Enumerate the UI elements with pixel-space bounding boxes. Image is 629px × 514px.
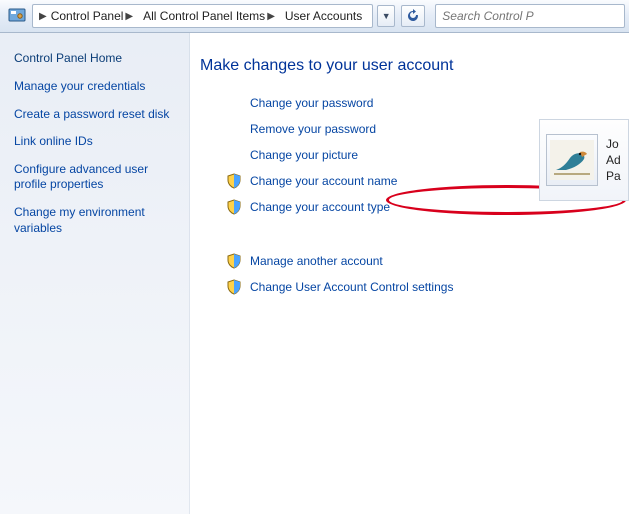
link-label: Change your account name [250, 174, 397, 188]
content-area: Control Panel Home Manage your credentia… [0, 33, 629, 514]
breadcrumb-label: Control Panel [51, 9, 124, 23]
link-change-password[interactable]: Change your password [226, 93, 453, 113]
link-label: Change your password [250, 96, 373, 110]
search-box[interactable] [435, 4, 625, 28]
search-input[interactable] [442, 9, 618, 23]
sidebar-link-credentials[interactable]: Manage your credentials [14, 79, 175, 95]
link-label: Manage another account [250, 254, 383, 268]
chevron-right-icon: ▶ [267, 11, 275, 22]
page-title: Make changes to your user account [200, 57, 453, 75]
breadcrumb-dropdown-button[interactable]: ▼ [377, 5, 395, 27]
link-remove-password[interactable]: Remove your password [226, 119, 453, 139]
breadcrumb-label: All Control Panel Items [143, 9, 265, 23]
user-account-card: Jo Ad Pa [539, 119, 629, 201]
sidebar-link-advanced-profile[interactable]: Configure advanced user profile properti… [14, 162, 175, 193]
user-name: Jo [606, 136, 621, 152]
sidebar-link-online-ids[interactable]: Link online IDs [14, 134, 175, 150]
breadcrumb: ▶ Control Panel ▶ All Control Panel Item… [32, 4, 373, 28]
uac-shield-icon [226, 253, 242, 269]
link-label: Remove your password [250, 122, 376, 136]
sidebar-link-password-reset-disk[interactable]: Create a password reset disk [14, 107, 175, 123]
user-meta: Jo Ad Pa [606, 136, 621, 185]
user-password-status: Pa [606, 168, 621, 184]
chevron-right-icon: ▶ [39, 11, 47, 22]
bird-picture-icon [550, 140, 594, 180]
link-uac-settings[interactable]: Change User Account Control settings [226, 277, 453, 297]
breadcrumb-all-items[interactable]: All Control Panel Items ▶ [139, 5, 281, 27]
address-toolbar: ▶ Control Panel ▶ All Control Panel Item… [0, 0, 629, 33]
link-change-account-type[interactable]: Change your account type [226, 197, 453, 217]
account-actions-group-2: Manage another account Change User Accou… [200, 251, 453, 297]
breadcrumb-user-accounts[interactable]: User Accounts [281, 5, 368, 27]
breadcrumb-label: User Accounts [285, 9, 362, 23]
link-change-picture[interactable]: Change your picture [226, 145, 453, 165]
link-manage-another-account[interactable]: Manage another account [226, 251, 453, 271]
user-picture[interactable] [546, 134, 598, 186]
account-actions-group-1: Change your password Remove your passwor… [200, 93, 453, 217]
uac-shield-icon [226, 199, 242, 215]
chevron-right-icon: ▶ [125, 11, 133, 22]
refresh-button[interactable] [401, 5, 425, 27]
link-label: Change your account type [250, 200, 390, 214]
uac-shield-icon [226, 279, 242, 295]
link-change-account-name[interactable]: Change your account name [226, 171, 453, 191]
uac-shield-icon [226, 173, 242, 189]
sidebar-home-link[interactable]: Control Panel Home [14, 51, 175, 65]
sidebar-link-env-variables[interactable]: Change my environment variables [14, 205, 175, 236]
breadcrumb-control-panel[interactable]: Control Panel ▶ [47, 5, 139, 27]
user-role: Ad [606, 152, 621, 168]
link-label: Change your picture [250, 148, 358, 162]
main-panel: Make changes to your user account Change… [190, 33, 629, 514]
refresh-icon [406, 9, 420, 23]
sidebar: Control Panel Home Manage your credentia… [0, 33, 190, 514]
link-label: Change User Account Control settings [250, 280, 453, 294]
control-panel-icon [8, 7, 26, 25]
